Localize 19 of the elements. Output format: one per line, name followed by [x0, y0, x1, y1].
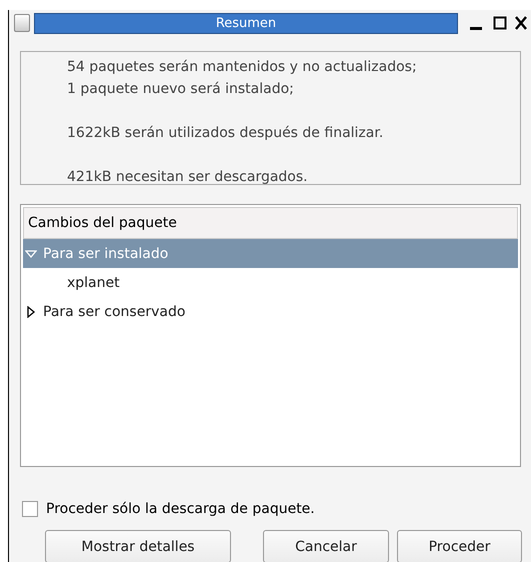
column-header[interactable]: Cambios del paquete [23, 207, 518, 239]
expander-icon[interactable] [25, 306, 37, 318]
window-menu-icon[interactable] [14, 14, 30, 32]
tree-item-label: Para ser instalado [43, 246, 168, 262]
summary-text: 54 paquetes serán mantenidos y no actualizados; 1 paquete nuevo será instalado; [67, 58, 418, 99]
tree-row[interactable]: Para ser conservado [23, 297, 518, 326]
summary-text: 421kB necesitan ser descargados. [67, 168, 309, 187]
tree-item-label: xplanet [67, 274, 120, 290]
summary-text: 1622kB serán utilizados después de finalizar. [67, 124, 384, 143]
checkbox-label: Proceder sólo la descarga de paquete. [46, 501, 315, 517]
tree-row[interactable]: xplanet [23, 268, 518, 297]
dialog-button[interactable]: Proceder [397, 530, 522, 562]
dialog-button[interactable]: Mostrar detalles [45, 530, 231, 562]
dialog-button[interactable]: Cancelar [263, 530, 389, 562]
maximize-icon[interactable] [493, 16, 507, 30]
checkbox[interactable] [22, 501, 38, 517]
window-title: Resumen [34, 12, 458, 34]
tree-item-label: Para ser conservado [43, 304, 186, 320]
close-icon[interactable] [515, 16, 527, 30]
